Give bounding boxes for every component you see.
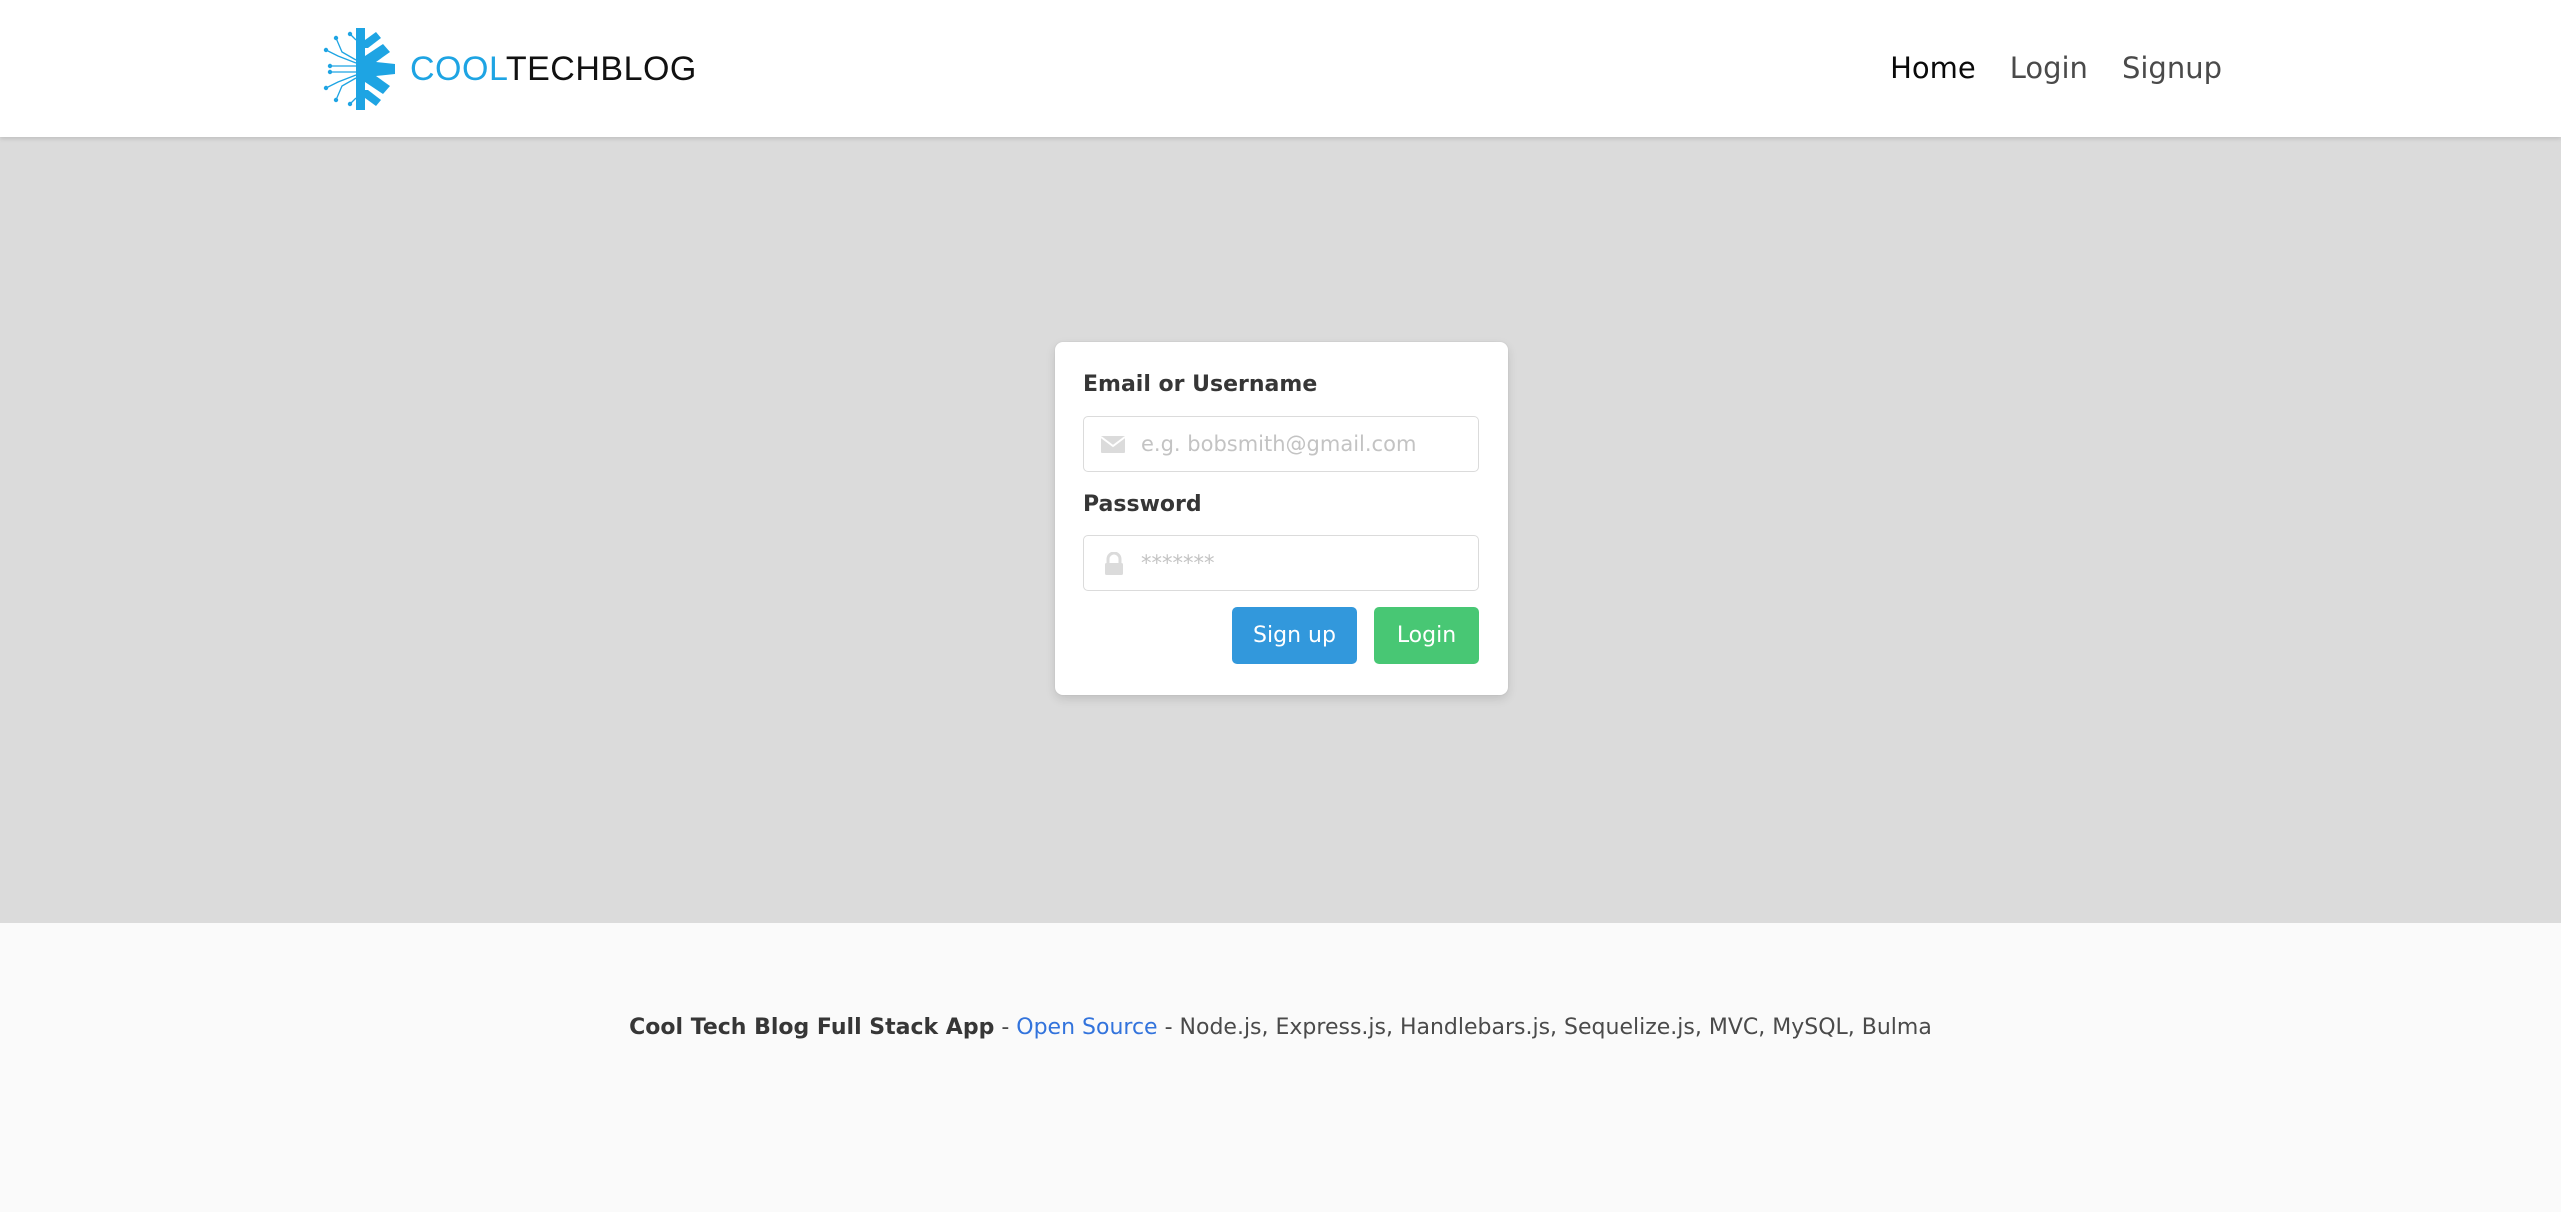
- brand-logo-link[interactable]: COOLTECHBLOG: [320, 26, 697, 112]
- nav-link-login[interactable]: Login: [1993, 44, 2105, 92]
- navbar: COOLTECHBLOG Home Login Signup: [0, 0, 2561, 137]
- footer-separator: -: [1157, 1015, 1180, 1040]
- nav-links: Home Login Signup: [1873, 44, 2239, 92]
- lock-icon: [1105, 552, 1123, 575]
- password-label: Password: [1083, 492, 1202, 517]
- envelope-icon: [1100, 436, 1126, 453]
- nav-link-home[interactable]: Home: [1873, 44, 1993, 92]
- brand-name-rest: TECHBLOG: [505, 49, 697, 88]
- footer-separator: -: [994, 1015, 1017, 1040]
- nav-link-signup[interactable]: Signup: [2105, 44, 2239, 92]
- password-input[interactable]: [1141, 536, 1471, 590]
- username-field-wrapper: [1083, 416, 1479, 472]
- open-source-link[interactable]: Open Source: [1016, 1015, 1157, 1040]
- password-field-wrapper: [1083, 535, 1479, 591]
- login-form-card: Email or Username Password Sign up Login: [1055, 342, 1508, 695]
- footer-tech-stack: Node.js, Express.js, Handlebars.js, Sequ…: [1179, 1015, 1932, 1040]
- snowflake-circuit-icon: [323, 28, 395, 110]
- brand-name-cool: COOL: [410, 49, 506, 88]
- login-button[interactable]: Login: [1374, 607, 1479, 664]
- footer: Cool Tech Blog Full Stack App - Open Sou…: [0, 923, 2561, 1212]
- signup-button[interactable]: Sign up: [1232, 607, 1357, 664]
- brand-name: COOLTECHBLOG: [410, 50, 697, 89]
- footer-app-name: Cool Tech Blog Full Stack App: [629, 1015, 995, 1040]
- username-input[interactable]: [1141, 417, 1471, 471]
- main-section: Email or Username Password Sign up Login: [0, 137, 2561, 923]
- footer-text: Cool Tech Blog Full Stack App - Open Sou…: [0, 1015, 2561, 1040]
- username-label: Email or Username: [1083, 372, 1318, 397]
